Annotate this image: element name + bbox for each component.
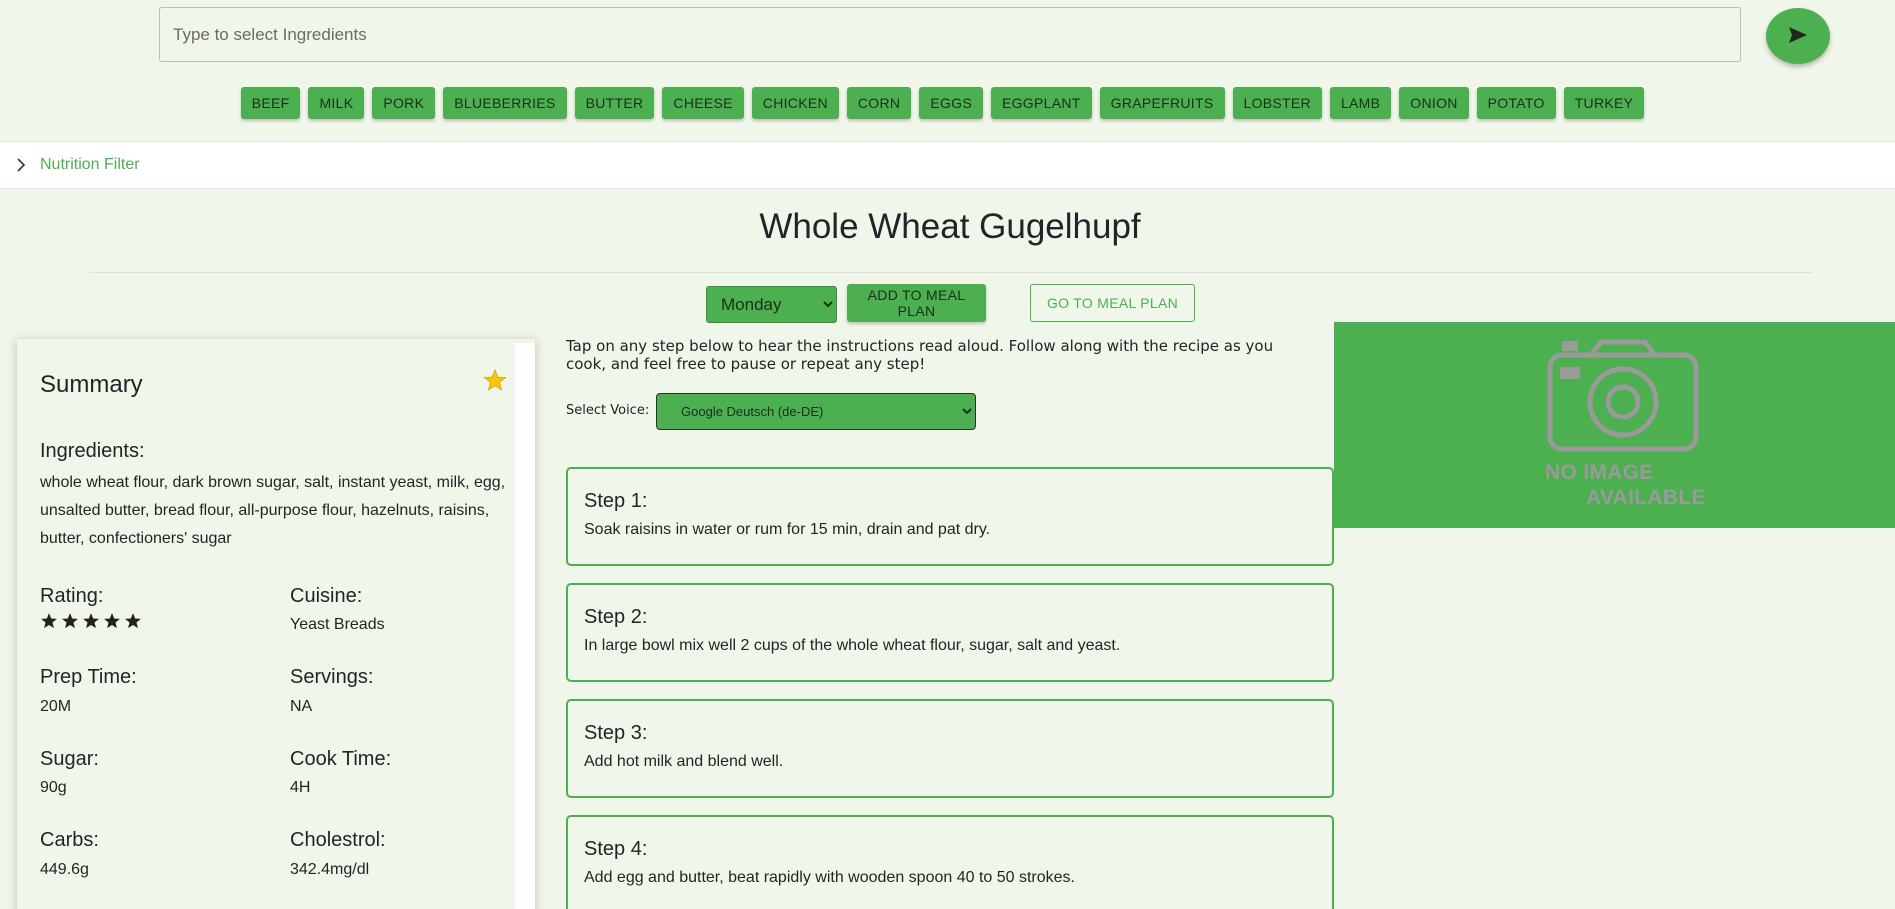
- chip-chicken[interactable]: CHICKEN: [751, 87, 839, 119]
- star-icon: [483, 368, 507, 396]
- chip-cheese[interactable]: CHEESE: [662, 87, 744, 119]
- step-card-2[interactable]: Step 2: In large bowl mix well 2 cups of…: [566, 583, 1334, 682]
- chip-milk[interactable]: MILK: [308, 87, 365, 119]
- voice-select-label: Select Voice:: [566, 403, 650, 418]
- chip-eggplant[interactable]: EGGPLANT: [990, 87, 1092, 119]
- step-text: Soak raisins in water or rum for 15 min,…: [584, 521, 991, 538]
- star-icon: [82, 612, 100, 635]
- cuisine-label: Cuisine:: [290, 585, 363, 607]
- chip-potato[interactable]: POTATO: [1476, 87, 1556, 119]
- nutrition-filter-toggle[interactable]: Nutrition Filter: [0, 141, 1895, 189]
- servings-label: Servings:: [290, 666, 374, 688]
- sugar-label: Sugar:: [40, 748, 99, 770]
- title-divider: [90, 272, 1812, 273]
- prep-time-value: 20M: [40, 698, 72, 715]
- day-select[interactable]: Monday: [706, 286, 837, 323]
- step-text: Add hot milk and blend well.: [584, 753, 784, 770]
- chip-lamb[interactable]: LAMB: [1329, 87, 1392, 119]
- rating-stars: [40, 612, 142, 635]
- send-icon: [1788, 26, 1808, 47]
- cook-time-label: Cook Time:: [290, 748, 392, 770]
- chip-blueberries[interactable]: BLUEBERRIES: [443, 87, 567, 119]
- voice-select[interactable]: Google Deutsch (de-DE): [656, 393, 976, 430]
- instructions-intro: Tap on any step below to hear the instru…: [566, 337, 1274, 373]
- no-image-line-1: NO IMAGE: [1545, 461, 1654, 484]
- chip-onion[interactable]: ONION: [1399, 87, 1469, 119]
- chip-lobster[interactable]: LOBSTER: [1232, 87, 1322, 119]
- summary-title: Summary: [40, 371, 143, 398]
- ingredients-heading: Ingredients:: [40, 440, 145, 462]
- chip-pork[interactable]: PORK: [372, 87, 436, 119]
- step-title: Step 1:: [584, 490, 648, 512]
- cook-time-value: 4H: [290, 779, 311, 796]
- carbs-label: Carbs:: [40, 829, 99, 851]
- ingredient-search-input[interactable]: [159, 7, 1741, 62]
- recipe-title: Whole Wheat Gugelhupf: [759, 207, 1141, 246]
- add-to-meal-plan-button[interactable]: ADD TO MEAL PLAN: [847, 284, 986, 322]
- step-card-1[interactable]: Step 1: Soak raisins in water or rum for…: [566, 467, 1334, 566]
- chevron-right-icon: [16, 158, 26, 172]
- step-card-4[interactable]: Step 4: Add egg and butter, beat rapidly…: [566, 815, 1334, 909]
- chip-eggs[interactable]: EGGS: [919, 87, 983, 119]
- step-text: In large bowl mix well 2 cups of the who…: [584, 637, 1121, 654]
- ingredient-chip-list: BEEF MILK PORK BLUEBERRIES BUTTER CHEESE…: [0, 87, 1895, 119]
- recipe-image-placeholder: NO IMAGE AVAILABLE: [1334, 322, 1895, 528]
- star-icon: [61, 612, 79, 635]
- send-button[interactable]: [1766, 8, 1830, 64]
- carbs-value: 449.6g: [40, 861, 89, 878]
- step-card-3[interactable]: Step 3: Add hot milk and blend well.: [566, 699, 1334, 798]
- go-to-meal-plan-button[interactable]: GO TO MEAL PLAN: [1030, 284, 1195, 322]
- star-icon: [103, 612, 121, 635]
- summary-card: Summary Ingredients: whole wheat flour, …: [17, 339, 535, 909]
- step-title: Step 4:: [584, 838, 648, 860]
- step-title: Step 3:: [584, 722, 648, 744]
- favorite-button[interactable]: [483, 368, 507, 397]
- prep-time-label: Prep Time:: [40, 666, 137, 688]
- chip-turkey[interactable]: TURKEY: [1563, 87, 1645, 119]
- ingredients-list: whole wheat flour, dark brown sugar, sal…: [40, 474, 506, 547]
- sugar-value: 90g: [40, 779, 67, 796]
- cuisine-value: Yeast Breads: [290, 616, 385, 633]
- cholestrol-value: 342.4mg/dl: [290, 861, 370, 878]
- summary-card-edge: [515, 343, 535, 909]
- no-image-line-2: AVAILABLE: [1586, 486, 1706, 509]
- nutrition-filter-label: Nutrition Filter: [40, 156, 140, 173]
- step-title: Step 2:: [584, 606, 648, 628]
- rating-label: Rating:: [40, 585, 104, 607]
- camera-icon: [1547, 339, 1699, 458]
- servings-value: NA: [290, 698, 313, 715]
- chip-grapefruits[interactable]: GRAPEFRUITS: [1099, 87, 1225, 119]
- chip-beef[interactable]: BEEF: [240, 87, 301, 119]
- cholestrol-label: Cholestrol:: [290, 829, 386, 851]
- chip-butter[interactable]: BUTTER: [574, 87, 655, 119]
- step-text: Add egg and butter, beat rapidly with wo…: [584, 869, 1075, 886]
- star-icon: [124, 612, 142, 635]
- star-icon: [40, 612, 58, 635]
- chip-corn[interactable]: CORN: [846, 87, 912, 119]
